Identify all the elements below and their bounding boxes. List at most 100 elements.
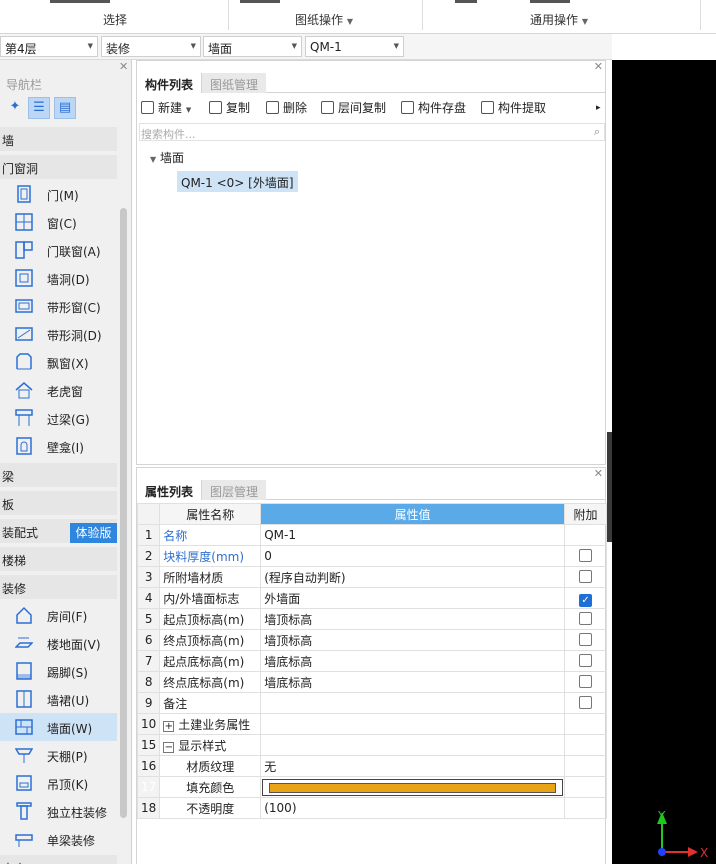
nav-item-room[interactable]: 房间(F) [0, 601, 117, 629]
extra-checkbox[interactable] [579, 570, 593, 583]
extra-checkbox[interactable] [579, 654, 593, 667]
property-row[interactable]: 3 所附墙材质 (程序自动判断) [136, 566, 607, 588]
category-select[interactable]: 装修 ▼ [101, 36, 201, 57]
ribbon-group-general[interactable]: 通用操作 ▼ [530, 11, 588, 28]
delete-button[interactable]: 删除 [266, 99, 307, 119]
tab-component-list[interactable]: 构件列表 [137, 73, 203, 93]
nav-scrollbar[interactable] [120, 208, 127, 818]
component-type-select[interactable]: 墙面 ▼ [203, 36, 302, 57]
property-panel: ✕ 属性列表 图层管理 属性名称 属性值 附加 1 名称 QM-1 2 块料厚度… [136, 467, 607, 864]
extra-checkbox[interactable] [579, 633, 593, 646]
extract-component-button[interactable]: 构件提取 [481, 99, 546, 119]
nav-item-ceiling[interactable]: 天棚(P) [0, 741, 117, 769]
copy-button[interactable]: 复制 [209, 99, 250, 119]
component-select[interactable]: QM-1 ▼ [305, 36, 404, 57]
nav-item-bay-window[interactable]: 飘窗(X) [0, 348, 117, 376]
extra-checkbox[interactable] [579, 549, 593, 562]
property-row[interactable]: 18 不透明度 (100) [136, 797, 607, 819]
extra-checkbox[interactable] [579, 696, 593, 709]
property-row[interactable]: 8 终点底标高(m) 墙底标高 [136, 671, 607, 693]
nav-item-lintel[interactable]: 过梁(G) [0, 404, 117, 432]
nav-category-stairs[interactable]: 楼梯 [0, 547, 117, 571]
property-row[interactable]: 1 名称 QM-1 [136, 524, 607, 546]
pin-icon[interactable]: ✦ [4, 97, 26, 119]
nav-item-floor-surface[interactable]: 楼地面(V) [0, 629, 117, 657]
nav-category-earthwork[interactable]: 土方 [0, 855, 117, 864]
more-tools-icon[interactable]: ▸ [596, 103, 601, 123]
extra-cell [564, 629, 607, 651]
detail-view-icon[interactable]: ▤ [54, 97, 76, 119]
ribbon-clipped-icons [455, 0, 477, 3]
nav-category-decoration[interactable]: 装修 [0, 575, 117, 599]
ribbon-group-drawing[interactable]: 图纸操作 ▼ [295, 11, 353, 28]
property-value[interactable]: 墙顶标高 [260, 629, 566, 651]
nav-category-openings[interactable]: 门窗洞 [0, 155, 117, 179]
property-value[interactable]: 墙顶标高 [260, 608, 566, 630]
nav-item-dormer-window[interactable]: 老虎窗 [0, 376, 117, 404]
nav-item-wall-opening[interactable]: 墙洞(D) [0, 264, 117, 292]
collapse-icon[interactable]: − [163, 741, 175, 753]
property-value[interactable]: 墙底标高 [260, 650, 566, 672]
nav-item-suspended-ceiling[interactable]: 吊顶(K) [0, 769, 117, 797]
nav-item-window[interactable]: 窗(C) [0, 208, 117, 236]
tree-item-component[interactable]: QM-1 <0> [外墙面] [177, 171, 298, 192]
property-row[interactable]: 9 备注 [136, 692, 607, 714]
property-row[interactable]: 10 + 土建业务属性 [136, 713, 607, 735]
nav-item-strip-opening[interactable]: 带形洞(D) [0, 320, 117, 348]
nav-category-prefab[interactable]: 装配式 体验版 [0, 519, 117, 543]
property-value[interactable]: 外墙面 [260, 587, 566, 609]
property-value[interactable]: QM-1 [260, 524, 566, 546]
nav-item-beam-finish[interactable]: 单梁装修 [0, 825, 117, 853]
property-group[interactable]: − 显示样式 [159, 734, 262, 756]
property-row[interactable]: 16 材质纹理 无 [136, 755, 607, 777]
nav-item-label: 门(M) [47, 189, 79, 203]
extra-checkbox[interactable] [579, 675, 593, 688]
extra-checkbox[interactable] [579, 612, 593, 625]
row-number: 4 [136, 587, 161, 609]
tab-drawing-management[interactable]: 图纸管理 [202, 73, 267, 93]
property-value[interactable] [260, 692, 566, 714]
nav-item-column-finish[interactable]: 独立柱装修 [0, 797, 117, 825]
property-value[interactable]: (100) [260, 797, 566, 819]
nav-category-beam[interactable]: 梁 [0, 463, 117, 487]
list-view-icon[interactable]: ☰ [28, 97, 50, 119]
nav-category-wall[interactable]: 墙 [0, 127, 117, 151]
nav-category-slab[interactable]: 板 [0, 491, 117, 515]
property-value[interactable]: 无 [260, 755, 566, 777]
property-value[interactable]: 0 [260, 545, 566, 567]
property-row[interactable]: 6 终点顶标高(m) 墙顶标高 [136, 629, 607, 651]
expand-icon[interactable]: + [163, 720, 175, 732]
nav-item-skirting[interactable]: 踢脚(S) [0, 657, 117, 685]
property-row[interactable]: 7 起点底标高(m) 墙底标高 [136, 650, 607, 672]
property-value[interactable]: (程序自动判断) [260, 566, 566, 588]
property-row[interactable]: 4 内/外墙面标志 外墙面 ✓ [136, 587, 607, 609]
property-row[interactable]: 15 − 显示样式 [136, 734, 607, 756]
drawing-viewport[interactable]: Y X [612, 60, 716, 864]
new-button[interactable]: 新建 ▼ [141, 99, 191, 119]
floor-select[interactable]: 第4层 ▼ [0, 36, 98, 57]
floor-copy-button[interactable]: 层间复制 [321, 99, 386, 119]
tab-layer-management[interactable]: 图层管理 [202, 480, 267, 500]
property-row[interactable]: 2 块料厚度(mm) 0 [136, 545, 607, 567]
tab-property-list[interactable]: 属性列表 [137, 480, 203, 500]
property-row-selected[interactable]: 17 填充颜色 [136, 776, 607, 798]
nav-item-door[interactable]: 门(M) [0, 180, 117, 208]
component-search-input[interactable]: 搜索构件... ⌕ [139, 123, 605, 141]
fill-color-field[interactable] [260, 776, 566, 798]
close-icon[interactable]: ✕ [594, 467, 603, 480]
tree-node-wall-surface[interactable]: ▼ 墙面 [150, 149, 184, 166]
color-picker[interactable] [262, 778, 564, 796]
nav-item-strip-window[interactable]: 带形窗(C) [0, 292, 117, 320]
save-component-button[interactable]: 构件存盘 [401, 99, 466, 119]
nav-item-niche[interactable]: 壁龛(I) [0, 432, 117, 460]
property-row[interactable]: 5 起点顶标高(m) 墙顶标高 [136, 608, 607, 630]
nav-item-dado[interactable]: 墙裙(U) [0, 685, 117, 713]
close-icon[interactable]: ✕ [119, 60, 128, 73]
close-icon[interactable]: ✕ [594, 60, 603, 73]
check-icon[interactable]: ✓ [579, 593, 593, 607]
ribbon-group-select[interactable]: 选择 [103, 11, 127, 28]
nav-item-wall-surface[interactable]: 墙面(W) [0, 713, 117, 741]
property-value[interactable]: 墙底标高 [260, 671, 566, 693]
nav-item-door-window[interactable]: 门联窗(A) [0, 236, 117, 264]
property-group[interactable]: + 土建业务属性 [159, 713, 262, 735]
